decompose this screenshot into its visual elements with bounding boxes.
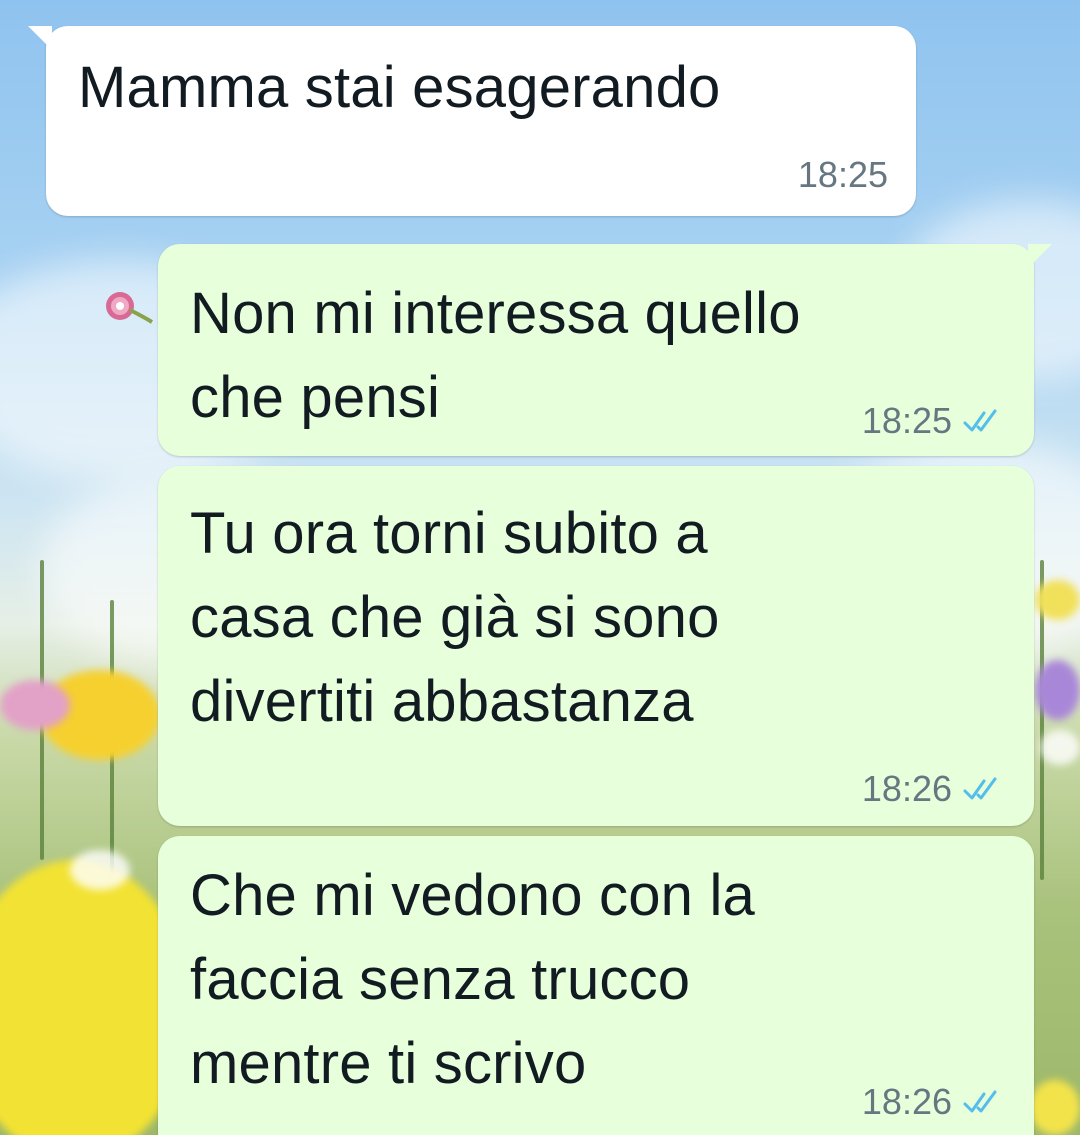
message-meta: 18:25 xyxy=(798,154,888,196)
message-bubble-outgoing[interactable]: Che mi vedono con la faccia senza trucco… xyxy=(158,836,1034,1135)
message-text: Tu ora torni subito a casa che già si so… xyxy=(190,501,720,734)
message-text: Che mi vedono con la faccia senza trucco… xyxy=(190,863,755,1096)
flower-icon xyxy=(106,292,154,324)
message-text: Non mi interessa quello che pensi xyxy=(190,281,801,430)
message-meta: 18:26 xyxy=(862,1081,1006,1123)
double-check-icon xyxy=(963,409,997,432)
double-check-icon xyxy=(963,777,997,800)
message-time: 18:26 xyxy=(861,768,952,809)
message-text: Mamma stai esagerando xyxy=(78,55,721,120)
message-meta: 18:26 xyxy=(862,768,1006,810)
message-time: 18:25 xyxy=(861,400,952,441)
bubble-tail xyxy=(28,26,52,50)
message-bubble-incoming[interactable]: Mamma stai esagerando 18:25 xyxy=(28,26,916,216)
message-time: 18:25 xyxy=(797,154,888,195)
message-bubble-outgoing[interactable]: Tu ora torni subito a casa che già si so… xyxy=(158,466,1034,826)
message-meta: 18:25 xyxy=(862,400,1006,442)
message-bubble-outgoing[interactable]: Non mi interessa quello che pensi 18:25 xyxy=(158,244,1052,456)
double-check-icon xyxy=(963,1090,997,1113)
message-time: 18:26 xyxy=(861,1081,952,1122)
bubble-tail xyxy=(1028,244,1052,268)
